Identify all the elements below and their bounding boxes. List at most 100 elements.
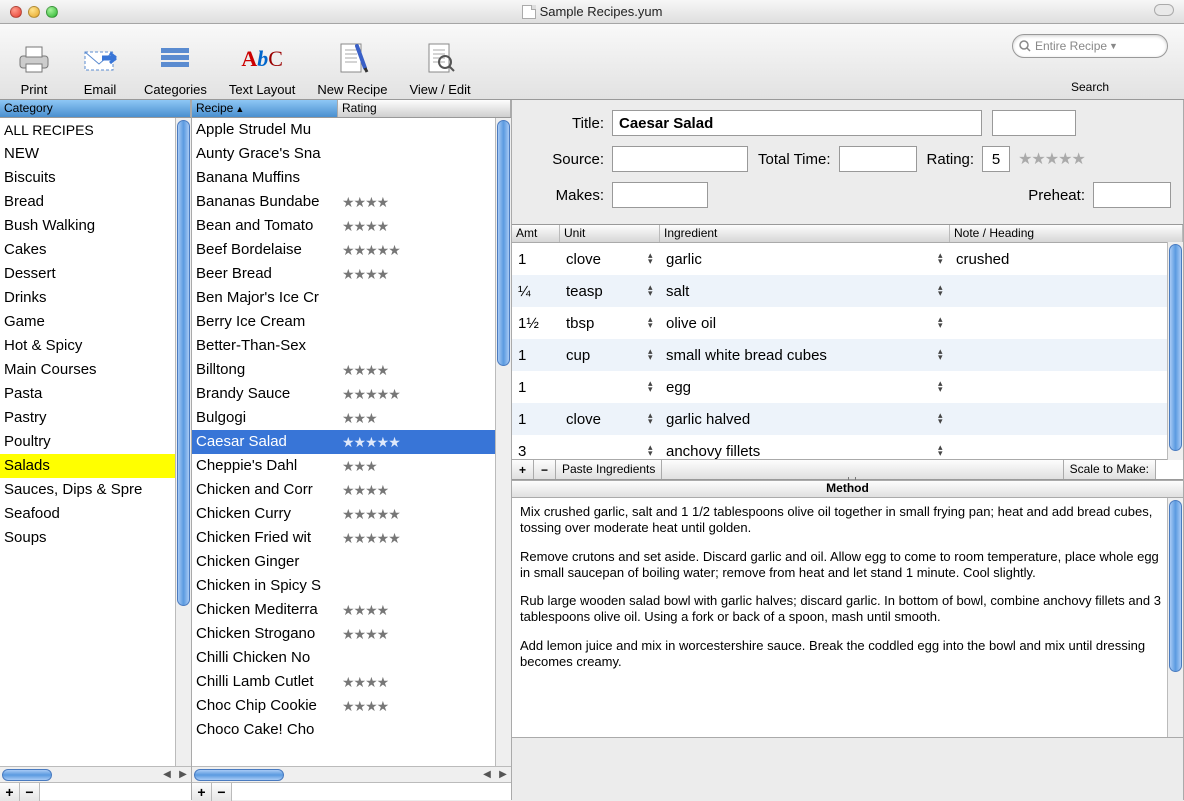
categories-button[interactable]: Categories	[144, 38, 207, 97]
view-edit-button[interactable]: View / Edit	[409, 38, 470, 97]
category-row[interactable]: Sauces, Dips & Spre	[0, 478, 175, 502]
category-row[interactable]: Seafood	[0, 502, 175, 526]
makes-input[interactable]	[612, 182, 708, 208]
unit-stepper[interactable]: ▴▾	[648, 284, 653, 296]
unit-stepper[interactable]: ▴▾	[648, 412, 653, 424]
unit-header[interactable]: Unit	[560, 225, 660, 242]
text-layout-button[interactable]: AbC Text Layout	[229, 38, 296, 97]
unit-stepper[interactable]: ▴▾	[648, 252, 653, 264]
category-row[interactable]: Main Courses	[0, 358, 175, 382]
recipe-row[interactable]: Chicken Strogano★★★★	[192, 622, 495, 646]
category-row[interactable]: Bush Walking	[0, 214, 175, 238]
amt-header[interactable]: Amt	[512, 225, 560, 242]
recipe-row[interactable]: Chicken Mediterra★★★★	[192, 598, 495, 622]
recipe-row[interactable]: Apple Strudel Mu	[192, 118, 495, 142]
ingredient-stepper[interactable]: ▴▾	[938, 348, 943, 360]
recipe-row[interactable]: Choco Cake! Cho	[192, 718, 495, 742]
recipe-row[interactable]: Berry Ice Cream	[192, 310, 495, 334]
toolbar-toggle-button[interactable]	[1154, 4, 1174, 16]
recipe-row[interactable]: Cheppie's Dahl★★★	[192, 454, 495, 478]
rating-header[interactable]: Rating	[338, 100, 511, 117]
recipe-row[interactable]: Bean and Tomato★★★★	[192, 214, 495, 238]
unit-stepper[interactable]: ▴▾	[648, 316, 653, 328]
category-row[interactable]: Salads	[0, 454, 175, 478]
recipe-hscroll[interactable]: ◀▶	[192, 766, 511, 782]
method-scrollbar[interactable]	[1167, 498, 1183, 737]
recipe-row[interactable]: Banana Muffins	[192, 166, 495, 190]
totaltime-input[interactable]	[839, 146, 917, 172]
category-row[interactable]: Cakes	[0, 238, 175, 262]
category-row[interactable]: Bread	[0, 190, 175, 214]
category-add-button[interactable]: +	[0, 783, 20, 801]
category-row[interactable]: NEW	[0, 142, 175, 166]
note-header[interactable]: Note / Heading	[950, 225, 1183, 242]
scale-to-make-input[interactable]	[1155, 460, 1183, 479]
category-row[interactable]: Soups	[0, 526, 175, 550]
ingredient-row[interactable]: 1clove▴▾garlic▴▾crushed	[512, 243, 1167, 275]
category-header[interactable]: Category	[0, 100, 191, 118]
category-row[interactable]: Pastry	[0, 406, 175, 430]
recipe-row[interactable]: Aunty Grace's Sna	[192, 142, 495, 166]
title-input[interactable]	[612, 110, 982, 136]
recipe-row[interactable]: Choc Chip Cookie★★★★	[192, 694, 495, 718]
preheat-input[interactable]	[1093, 182, 1171, 208]
ingredient-row[interactable]: 1cup▴▾small white bread cubes▴▾	[512, 339, 1167, 371]
recipe-row[interactable]: Caesar Salad★★★★★	[192, 430, 495, 454]
rating-input[interactable]	[982, 146, 1010, 172]
recipe-row[interactable]: Chilli Lamb Cutlet★★★★	[192, 670, 495, 694]
rating-stars[interactable]: ★★★★★	[1018, 149, 1085, 169]
title-extra-input[interactable]	[992, 110, 1076, 136]
category-hscroll[interactable]: ◀▶	[0, 766, 191, 782]
ingredient-stepper[interactable]: ▴▾	[938, 284, 943, 296]
category-list[interactable]: ALL RECIPESNEWBiscuitsBreadBush WalkingC…	[0, 118, 191, 766]
minimize-button[interactable]	[28, 6, 40, 18]
recipe-row[interactable]: Chicken Curry★★★★★	[192, 502, 495, 526]
recipe-row[interactable]: Chicken Ginger	[192, 550, 495, 574]
recipe-row[interactable]: Beef Bordelaise★★★★★	[192, 238, 495, 262]
recipe-row[interactable]: Chicken and Corr★★★★	[192, 478, 495, 502]
recipe-row[interactable]: Bulgogi★★★	[192, 406, 495, 430]
recipe-remove-button[interactable]: −	[212, 783, 232, 801]
ingredient-row[interactable]: ¼teasp▴▾salt▴▾	[512, 275, 1167, 307]
close-button[interactable]	[10, 6, 22, 18]
search-input[interactable]: Entire Recipe ▼	[1012, 34, 1168, 58]
ingredient-header[interactable]: Ingredient	[660, 225, 950, 242]
ingredient-add-button[interactable]: +	[512, 460, 534, 479]
recipe-row[interactable]: Chicken Fried wit★★★★★	[192, 526, 495, 550]
ingredient-stepper[interactable]: ▴▾	[938, 412, 943, 424]
recipe-add-button[interactable]: +	[192, 783, 212, 801]
print-button[interactable]: Print	[12, 38, 56, 97]
ingredient-stepper[interactable]: ▴▾	[938, 444, 943, 456]
unit-stepper[interactable]: ▴▾	[648, 348, 653, 360]
category-row[interactable]: Hot & Spicy	[0, 334, 175, 358]
category-remove-button[interactable]: −	[20, 783, 40, 801]
ingredient-row[interactable]: 3▴▾anchovy fillets▴▾	[512, 435, 1167, 459]
category-row[interactable]: Game	[0, 310, 175, 334]
recipe-row[interactable]: Chilli Chicken No	[192, 646, 495, 670]
ingredient-stepper[interactable]: ▴▾	[938, 380, 943, 392]
unit-stepper[interactable]: ▴▾	[648, 444, 653, 456]
new-recipe-button[interactable]: New Recipe	[317, 38, 387, 97]
recipe-row[interactable]: Billtong★★★★	[192, 358, 495, 382]
recipe-list[interactable]: Apple Strudel MuAunty Grace's SnaBanana …	[192, 118, 511, 766]
unit-stepper[interactable]: ▴▾	[648, 380, 653, 392]
recipe-row[interactable]: Better-Than-Sex	[192, 334, 495, 358]
recipe-row[interactable]: Chicken in Spicy S	[192, 574, 495, 598]
category-row[interactable]: Drinks	[0, 286, 175, 310]
recipe-row[interactable]: Ben Major's Ice Cr	[192, 286, 495, 310]
ingredient-remove-button[interactable]: −	[534, 460, 556, 479]
category-row[interactable]: Biscuits	[0, 166, 175, 190]
recipe-row[interactable]: Brandy Sauce★★★★★	[192, 382, 495, 406]
ingredient-row[interactable]: 1▴▾egg▴▾	[512, 371, 1167, 403]
source-input[interactable]	[612, 146, 748, 172]
category-row[interactable]: Dessert	[0, 262, 175, 286]
paste-ingredients-button[interactable]: Paste Ingredients	[556, 460, 662, 479]
ingredient-row[interactable]: 1clove▴▾garlic halved▴▾	[512, 403, 1167, 435]
ingredient-stepper[interactable]: ▴▾	[938, 252, 943, 264]
ingredient-stepper[interactable]: ▴▾	[938, 316, 943, 328]
method-header[interactable]: Method	[512, 480, 1183, 498]
zoom-button[interactable]	[46, 6, 58, 18]
category-scrollbar[interactable]	[175, 118, 191, 766]
method-text[interactable]: Mix crushed garlic, salt and 1 1/2 table…	[512, 498, 1183, 738]
category-row[interactable]: Pasta	[0, 382, 175, 406]
